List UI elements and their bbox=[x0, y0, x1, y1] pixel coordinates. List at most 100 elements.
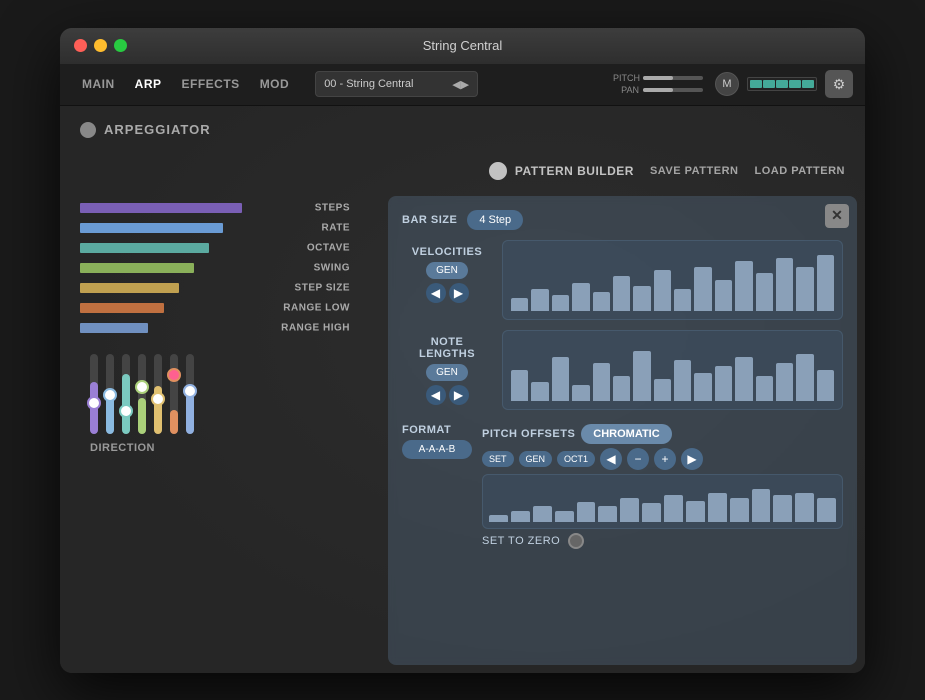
pitch-bar[interactable] bbox=[533, 506, 552, 522]
pitch-bar[interactable] bbox=[708, 493, 727, 522]
oct1-button[interactable]: OCT1 bbox=[557, 451, 595, 467]
param-bar[interactable] bbox=[80, 323, 148, 333]
velocity-bar[interactable] bbox=[572, 283, 589, 311]
velocity-bar[interactable] bbox=[633, 286, 650, 311]
v-slider-1[interactable] bbox=[106, 354, 114, 434]
velocities-next[interactable]: ▶ bbox=[449, 283, 469, 303]
v-slider-thumb-3[interactable] bbox=[135, 380, 149, 394]
note-length-bar[interactable] bbox=[715, 366, 732, 400]
velocity-bar[interactable] bbox=[674, 289, 691, 311]
pitch-bar[interactable] bbox=[555, 511, 574, 521]
param-bar[interactable] bbox=[80, 283, 179, 293]
note-lengths-chart[interactable] bbox=[502, 330, 843, 410]
set-button[interactable]: SET bbox=[482, 451, 514, 467]
pitch-bar[interactable] bbox=[795, 493, 814, 522]
pitch-bar[interactable] bbox=[752, 489, 771, 522]
pitch-bar[interactable] bbox=[773, 495, 792, 521]
param-bar[interactable] bbox=[80, 263, 194, 273]
close-button[interactable] bbox=[74, 39, 87, 52]
pan-slider[interactable] bbox=[643, 88, 703, 92]
velocity-bar[interactable] bbox=[511, 298, 528, 310]
note-length-bar[interactable] bbox=[572, 385, 589, 401]
velocity-bar[interactable] bbox=[654, 270, 671, 310]
pitch-bar[interactable] bbox=[817, 498, 836, 522]
pitch-bar[interactable] bbox=[686, 501, 705, 522]
load-pattern-button[interactable]: LOAD PATTERN bbox=[754, 165, 845, 177]
note-length-bar[interactable] bbox=[674, 360, 691, 400]
velocity-bar[interactable] bbox=[735, 261, 752, 311]
preset-arrows[interactable]: ◀▶ bbox=[452, 78, 469, 91]
pitch-bar[interactable] bbox=[489, 515, 508, 522]
v-slider-track-3[interactable] bbox=[138, 354, 146, 434]
note-length-bar[interactable] bbox=[735, 357, 752, 400]
note-length-bar[interactable] bbox=[552, 357, 569, 400]
velocities-gen-button[interactable]: GEN bbox=[426, 262, 468, 279]
pattern-toggle-circle[interactable] bbox=[489, 162, 507, 180]
param-bar[interactable] bbox=[80, 203, 242, 213]
pitch-bar[interactable] bbox=[511, 511, 530, 521]
note-length-bar[interactable] bbox=[654, 379, 671, 401]
v-slider-2[interactable] bbox=[122, 354, 130, 434]
v-slider-track-0[interactable] bbox=[90, 354, 98, 434]
tab-mod[interactable]: MOD bbox=[250, 71, 300, 97]
v-slider-thumb-6[interactable] bbox=[183, 384, 197, 398]
v-slider-thumb-5[interactable] bbox=[167, 368, 181, 382]
param-bar[interactable] bbox=[80, 243, 209, 253]
note-length-bar[interactable] bbox=[511, 370, 528, 401]
note-length-bar[interactable] bbox=[756, 376, 773, 401]
v-slider-3[interactable] bbox=[138, 354, 146, 434]
note-length-bar[interactable] bbox=[776, 363, 793, 400]
v-slider-thumb-4[interactable] bbox=[151, 392, 165, 406]
velocity-bar[interactable] bbox=[531, 289, 548, 311]
pitch-slider[interactable] bbox=[643, 76, 703, 80]
bar-size-button[interactable]: 4 Step bbox=[467, 210, 523, 230]
note-length-bar[interactable] bbox=[593, 363, 610, 400]
pitch-prev-button[interactable]: ◀ bbox=[600, 448, 622, 470]
close-panel-button[interactable]: ✕ bbox=[825, 204, 849, 228]
pitch-bar[interactable] bbox=[577, 502, 596, 522]
param-bar[interactable] bbox=[80, 303, 164, 313]
note-length-bar[interactable] bbox=[796, 354, 813, 401]
preset-selector[interactable]: 00 - String Central ◀▶ bbox=[315, 71, 478, 97]
pitch-next-button[interactable]: ▶ bbox=[681, 448, 703, 470]
velocity-bar[interactable] bbox=[796, 267, 813, 310]
v-slider-track-6[interactable] bbox=[186, 354, 194, 434]
tab-effects[interactable]: EFFECTS bbox=[172, 71, 250, 97]
velocities-chart[interactable] bbox=[502, 240, 843, 320]
velocity-bar[interactable] bbox=[694, 267, 711, 310]
v-slider-track-5[interactable] bbox=[170, 354, 178, 434]
pitch-plus-button[interactable]: + bbox=[654, 448, 676, 470]
settings-button[interactable]: ⚙ bbox=[825, 70, 853, 98]
v-slider-thumb-2[interactable] bbox=[119, 404, 133, 418]
v-slider-4[interactable] bbox=[154, 354, 162, 434]
note-length-bar[interactable] bbox=[633, 351, 650, 401]
pitch-minus-button[interactable]: − bbox=[627, 448, 649, 470]
v-slider-thumb-1[interactable] bbox=[103, 388, 117, 402]
v-slider-track-2[interactable] bbox=[122, 354, 130, 434]
tab-arp[interactable]: ARP bbox=[125, 71, 172, 97]
save-pattern-button[interactable]: SAVE PATTERN bbox=[650, 165, 739, 177]
param-bar[interactable] bbox=[80, 223, 223, 233]
tab-main[interactable]: MAIN bbox=[72, 71, 125, 97]
v-slider-5[interactable] bbox=[170, 354, 178, 434]
note-lengths-gen-button[interactable]: GEN bbox=[426, 364, 468, 381]
velocity-bar[interactable] bbox=[715, 280, 732, 311]
pitch-bar[interactable] bbox=[730, 498, 749, 522]
v-slider-track-1[interactable] bbox=[106, 354, 114, 434]
velocity-bar[interactable] bbox=[776, 258, 793, 311]
v-slider-track-4[interactable] bbox=[154, 354, 162, 434]
v-slider-thumb-0[interactable] bbox=[87, 396, 101, 410]
velocity-bar[interactable] bbox=[593, 292, 610, 311]
format-button[interactable]: A-A-A-B bbox=[402, 440, 472, 459]
pitch-bar[interactable] bbox=[598, 506, 617, 522]
pitch-bar[interactable] bbox=[620, 498, 639, 522]
velocity-bar[interactable] bbox=[756, 273, 773, 310]
pitch-offsets-chart[interactable] bbox=[482, 474, 843, 529]
pitch-bar[interactable] bbox=[664, 495, 683, 521]
maximize-button[interactable] bbox=[114, 39, 127, 52]
arpeggiator-toggle[interactable] bbox=[80, 122, 96, 138]
v-slider-6[interactable] bbox=[186, 354, 194, 434]
minimize-button[interactable] bbox=[94, 39, 107, 52]
velocity-bar[interactable] bbox=[817, 255, 834, 311]
pitch-bar[interactable] bbox=[642, 503, 661, 521]
